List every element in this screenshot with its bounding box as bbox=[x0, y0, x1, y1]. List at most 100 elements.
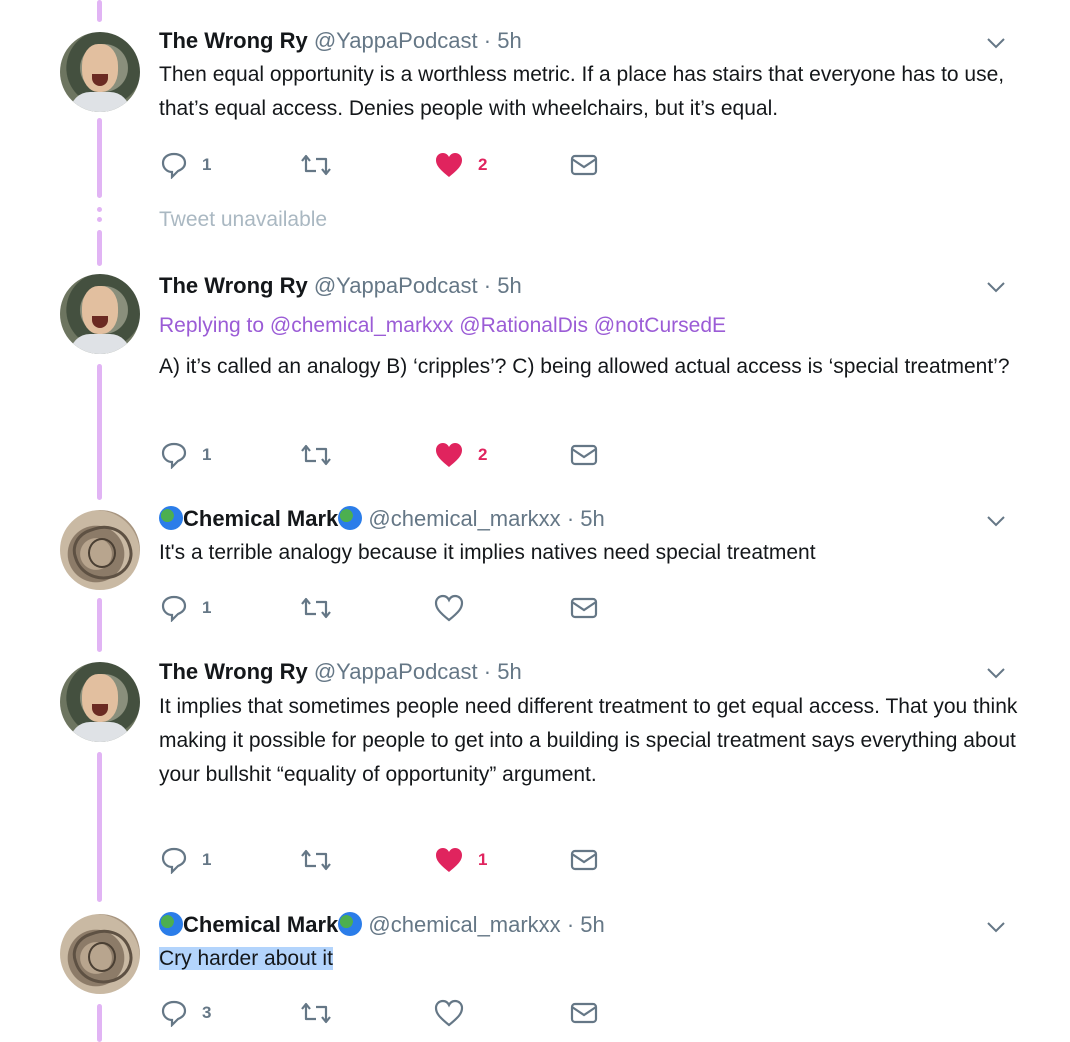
like-button[interactable]: 2 bbox=[434, 150, 487, 180]
heart-icon bbox=[434, 594, 464, 622]
avatar-shirt bbox=[70, 92, 130, 112]
username[interactable]: @YappaPodcast bbox=[314, 28, 478, 53]
chevron-down-icon[interactable] bbox=[985, 276, 1007, 298]
tweet-actions: 1 1 bbox=[160, 845, 620, 875]
avatar[interactable] bbox=[60, 274, 140, 354]
tweet-text: It implies that sometimes people need di… bbox=[159, 695, 1018, 786]
thread-line bbox=[97, 364, 102, 500]
globe-emoji-icon bbox=[159, 912, 183, 936]
thread-dot bbox=[97, 207, 102, 212]
tweet-text: Then equal opportunity is a worthless me… bbox=[159, 63, 1005, 120]
reply-count: 1 bbox=[202, 850, 212, 869]
heart-icon bbox=[434, 999, 464, 1027]
username[interactable]: @chemical_markxx bbox=[368, 506, 560, 531]
avatar[interactable] bbox=[60, 510, 140, 590]
timestamp[interactable]: · 5h bbox=[484, 28, 522, 53]
thread-line bbox=[97, 752, 102, 902]
tweet-actions: 1 2 bbox=[160, 440, 620, 470]
retweet-button[interactable] bbox=[300, 150, 332, 180]
timestamp[interactable]: · 5h bbox=[484, 659, 522, 684]
tweet-actions: 3 bbox=[160, 998, 620, 1028]
avatar-shirt bbox=[70, 334, 130, 354]
reply-icon bbox=[161, 152, 187, 179]
avatar[interactable] bbox=[60, 662, 140, 742]
like-count: 1 bbox=[478, 850, 488, 869]
heart-icon bbox=[436, 443, 462, 467]
reply-icon bbox=[161, 442, 187, 469]
reply-button[interactable]: 3 bbox=[160, 998, 211, 1028]
tweet-header: The Wrong Ry @YappaPodcast · 5h bbox=[159, 273, 522, 299]
globe-emoji-icon bbox=[159, 506, 183, 530]
chevron-down-icon[interactable] bbox=[985, 916, 1007, 938]
reply-count: 3 bbox=[202, 1003, 212, 1022]
display-name[interactable]: Chemical Mark bbox=[183, 506, 338, 531]
reply-icon bbox=[161, 595, 187, 622]
thread-line bbox=[97, 1004, 102, 1042]
retweet-icon bbox=[301, 849, 331, 871]
thread-line bbox=[97, 0, 102, 22]
message-button[interactable] bbox=[570, 845, 598, 875]
message-icon bbox=[570, 444, 598, 466]
display-name[interactable]: Chemical Mark bbox=[183, 912, 338, 937]
message-icon bbox=[570, 154, 598, 176]
heart-icon bbox=[436, 153, 462, 177]
tweet-header: The Wrong Ry @YappaPodcast · 5h bbox=[159, 28, 522, 54]
retweet-icon bbox=[301, 1002, 331, 1024]
reply-count: 1 bbox=[202, 598, 212, 617]
like-count: 2 bbox=[478, 155, 488, 174]
globe-emoji-icon bbox=[338, 506, 363, 530]
replying-to-handles[interactable]: @chemical_markxx @RationalDis @notCursed… bbox=[270, 314, 726, 337]
retweet-button[interactable] bbox=[300, 998, 332, 1028]
tweet-actions: 1 bbox=[160, 593, 620, 623]
chevron-down-icon[interactable] bbox=[985, 32, 1007, 54]
username[interactable]: @YappaPodcast bbox=[314, 659, 478, 684]
message-button[interactable] bbox=[570, 440, 598, 470]
message-button[interactable] bbox=[570, 593, 598, 623]
reply-button[interactable]: 1 bbox=[160, 593, 211, 623]
like-button[interactable]: 2 bbox=[434, 440, 487, 470]
message-icon bbox=[570, 849, 598, 871]
message-button[interactable] bbox=[570, 150, 598, 180]
like-button[interactable] bbox=[434, 998, 464, 1028]
reply-button[interactable]: 1 bbox=[160, 845, 211, 875]
avatar[interactable] bbox=[60, 32, 140, 112]
username[interactable]: @chemical_markxx bbox=[368, 912, 560, 937]
tweet-text: It's a terrible analogy because it impli… bbox=[159, 541, 816, 564]
reply-count: 1 bbox=[202, 445, 212, 464]
timestamp[interactable]: · 5h bbox=[484, 273, 522, 298]
chevron-down-icon[interactable] bbox=[985, 662, 1007, 684]
avatar-sketch bbox=[88, 942, 116, 972]
tweet-header: The Wrong Ry @YappaPodcast · 5h bbox=[159, 659, 522, 685]
tweet-text: A) it’s called an analogy B) ‘cripples’?… bbox=[159, 355, 1010, 378]
globe-emoji-icon bbox=[338, 912, 363, 936]
display-name[interactable]: The Wrong Ry bbox=[159, 28, 308, 53]
thread-line bbox=[97, 118, 102, 198]
chevron-down-icon[interactable] bbox=[985, 510, 1007, 532]
message-icon bbox=[570, 1002, 598, 1024]
message-button[interactable] bbox=[570, 998, 598, 1028]
timestamp[interactable]: · 5h bbox=[567, 506, 605, 531]
display-name[interactable]: The Wrong Ry bbox=[159, 273, 308, 298]
avatar-shirt bbox=[70, 722, 130, 742]
thread-line bbox=[97, 230, 102, 266]
thread-line bbox=[97, 598, 102, 652]
reply-button[interactable]: 1 bbox=[160, 440, 211, 470]
reply-icon bbox=[161, 1000, 187, 1027]
like-button[interactable] bbox=[434, 593, 464, 623]
tweet-unavailable: Tweet unavailable bbox=[159, 208, 328, 231]
avatar[interactable] bbox=[60, 914, 140, 994]
like-button[interactable]: 1 bbox=[434, 845, 487, 875]
retweet-button[interactable] bbox=[300, 845, 332, 875]
retweet-button[interactable] bbox=[300, 593, 332, 623]
replying-to: Replying to @chemical_markxx @RationalDi… bbox=[159, 314, 726, 338]
display-name[interactable]: The Wrong Ry bbox=[159, 659, 308, 684]
retweet-icon bbox=[301, 444, 331, 466]
retweet-button[interactable] bbox=[300, 440, 332, 470]
selected-text: Cry harder about it bbox=[159, 947, 333, 970]
message-icon bbox=[570, 597, 598, 619]
avatar-sketch bbox=[88, 538, 116, 568]
username[interactable]: @YappaPodcast bbox=[314, 273, 478, 298]
timestamp[interactable]: · 5h bbox=[567, 912, 605, 937]
replying-to-prefix: Replying to bbox=[159, 314, 265, 337]
reply-button[interactable]: 1 bbox=[160, 150, 211, 180]
